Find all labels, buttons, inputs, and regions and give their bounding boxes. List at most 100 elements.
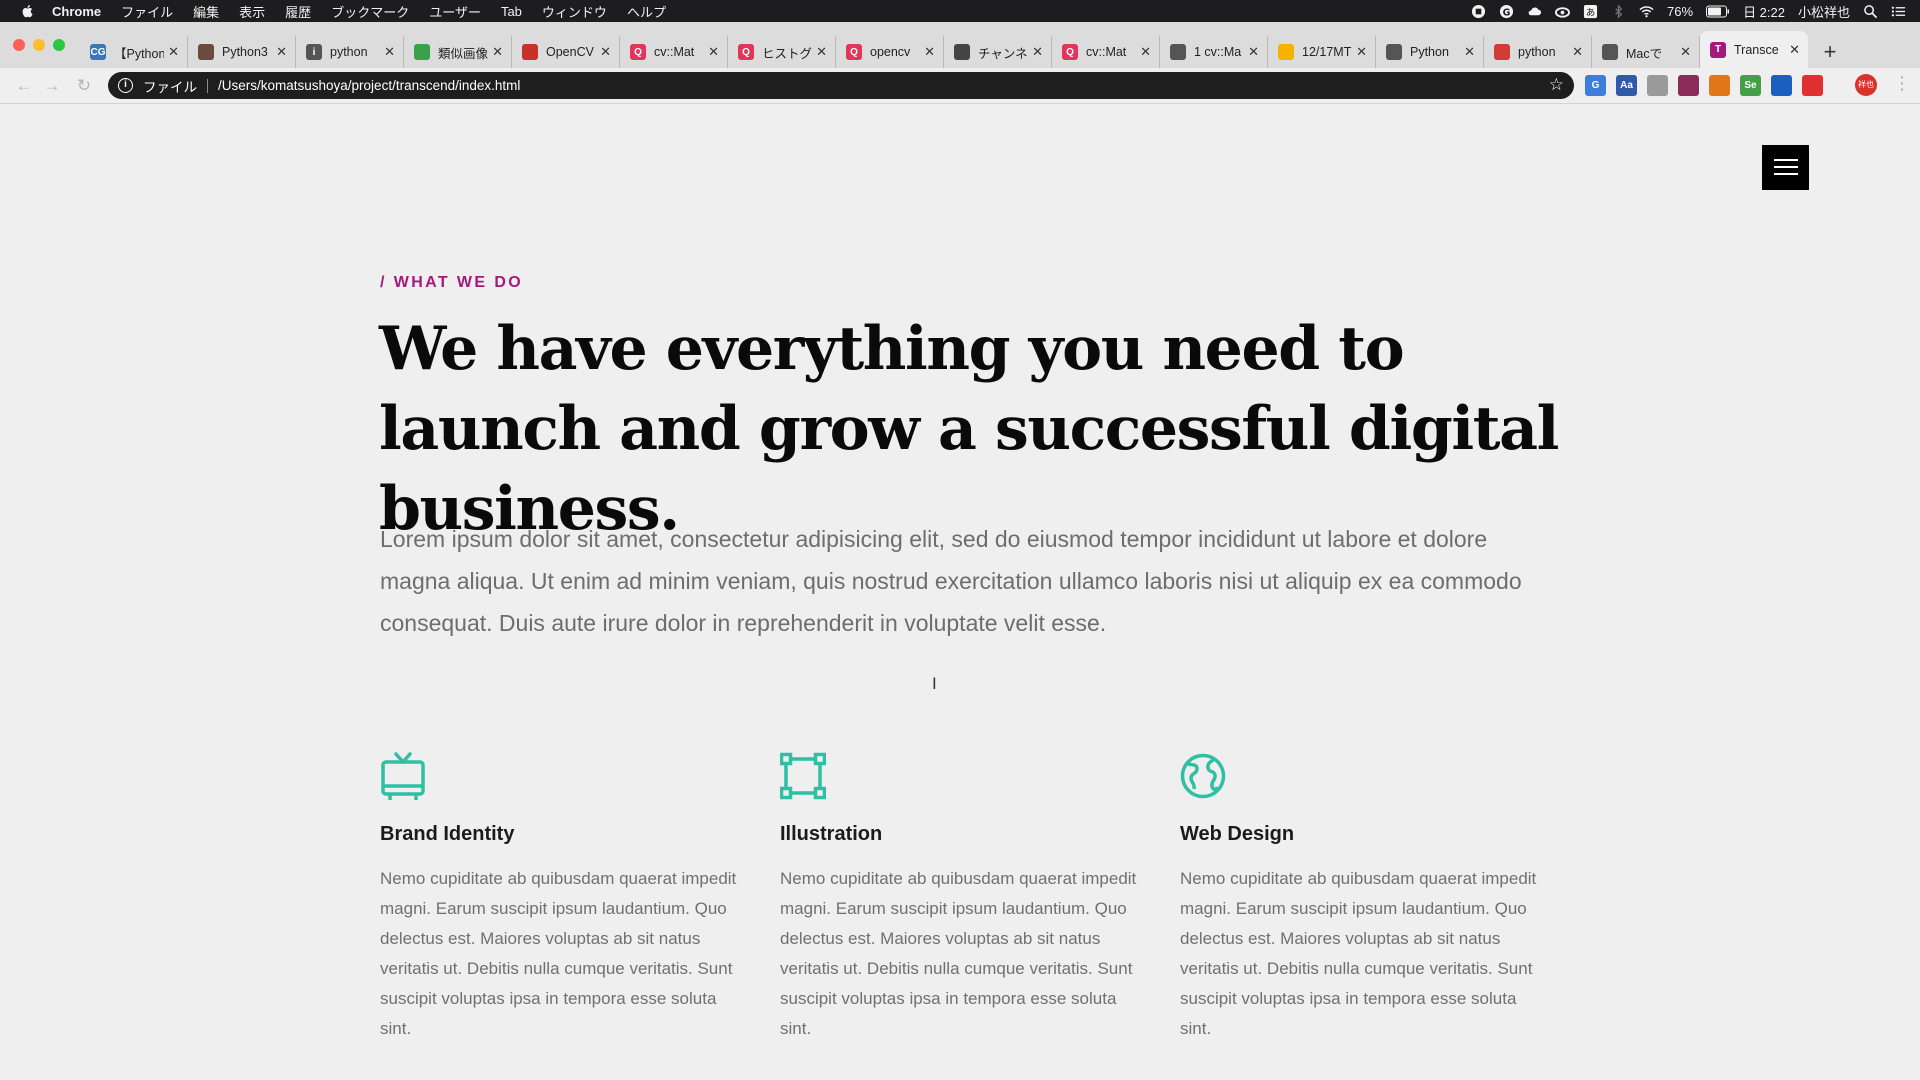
forward-arrow-icon[interactable]: → bbox=[40, 74, 64, 98]
tab-title: python bbox=[330, 45, 368, 59]
profile-avatar[interactable]: 祥也 bbox=[1855, 74, 1877, 96]
selenium-icon[interactable]: Se bbox=[1740, 75, 1761, 96]
menu-window[interactable]: ウィンドウ bbox=[542, 2, 607, 21]
tab-close-icon[interactable]: ✕ bbox=[1140, 44, 1151, 60]
new-tab-plus-icon[interactable]: + bbox=[1816, 39, 1844, 67]
dictionary-icon[interactable]: Aa bbox=[1616, 75, 1637, 96]
tab-title: 類似画像 bbox=[438, 46, 488, 61]
tab-title: Macで bbox=[1626, 46, 1663, 61]
clock[interactable]: 日 2:22 bbox=[1743, 2, 1785, 21]
service-description: Nemo cupiditate ab quibusdam quaerat imp… bbox=[1180, 869, 1537, 1038]
service-description: Nemo cupiditate ab quibusdam quaerat imp… bbox=[780, 869, 1137, 1038]
text-cursor-icon: I bbox=[932, 674, 937, 693]
spotlight-icon[interactable] bbox=[1863, 4, 1878, 19]
info-favicon-icon: i bbox=[306, 44, 322, 60]
menu-people[interactable]: ユーザー bbox=[429, 2, 481, 21]
battery-icon[interactable] bbox=[1706, 4, 1730, 19]
tab-title: opencv bbox=[870, 45, 911, 59]
translate-icon[interactable]: G bbox=[1585, 75, 1606, 96]
record-icon[interactable] bbox=[1471, 4, 1486, 19]
address-url[interactable]: /Users/komatsushoya/project/transcend/in… bbox=[218, 78, 520, 93]
service-brand-identity: Brand Identity Nemo cupiditate ab quibus… bbox=[380, 750, 750, 1044]
tab-close-icon[interactable]: ✕ bbox=[492, 44, 503, 60]
tab-close-icon[interactable]: ✕ bbox=[384, 44, 395, 60]
menu-help[interactable]: ヘルプ bbox=[627, 2, 666, 21]
browser-tab[interactable]: 類似画像 ✕ bbox=[404, 36, 512, 68]
youtube-icon[interactable] bbox=[1802, 75, 1823, 96]
browser-tab[interactable]: 1 cv::Ma ✕ bbox=[1160, 36, 1268, 68]
browser-tab[interactable]: Qcv::Mat ✕ bbox=[620, 36, 728, 68]
browser-tab[interactable]: 12/17MT ✕ bbox=[1268, 36, 1376, 68]
qr-code-icon[interactable] bbox=[1678, 75, 1699, 96]
input-method-icon[interactable]: あ bbox=[1583, 4, 1598, 19]
browser-tab[interactable]: Python3 ✕ bbox=[188, 36, 296, 68]
browser-tab[interactable]: OpenCV ✕ bbox=[512, 36, 620, 68]
browser-tab[interactable]: i python ✕ bbox=[296, 36, 404, 68]
green-favicon-icon bbox=[414, 44, 430, 60]
browser-tab[interactable]: Macで ✕ bbox=[1592, 36, 1700, 68]
section-lead-text: Lorem ipsum dolor sit amet, consectetur … bbox=[380, 526, 1522, 636]
menu-view[interactable]: 表示 bbox=[239, 2, 265, 21]
browser-tab[interactable]: python ✕ bbox=[1484, 36, 1592, 68]
tab-close-icon[interactable]: ✕ bbox=[1032, 44, 1043, 60]
tab-close-icon[interactable]: ✕ bbox=[1680, 44, 1691, 60]
tab-close-icon[interactable]: ✕ bbox=[600, 44, 611, 60]
web-page: / WHAT WE DO We have everything you need… bbox=[0, 104, 1920, 1080]
browser-tab[interactable]: CG 【Python ✕ bbox=[80, 36, 188, 68]
browser-tab[interactable]: チャンネ ✕ bbox=[944, 36, 1052, 68]
tab-close-icon[interactable]: ✕ bbox=[924, 44, 935, 60]
hamburger-line bbox=[1774, 173, 1798, 175]
tab-close-icon[interactable]: ✕ bbox=[1248, 44, 1259, 60]
notification-center-icon[interactable] bbox=[1891, 4, 1906, 19]
tab-close-icon[interactable]: ✕ bbox=[708, 44, 719, 60]
tab-title: cv::Mat bbox=[1086, 45, 1127, 59]
bluetooth-icon[interactable] bbox=[1611, 3, 1626, 19]
section-eyebrow: / WHAT WE DO bbox=[380, 274, 524, 291]
bookmark-star-icon[interactable]: ☆ bbox=[1549, 75, 1564, 95]
creative-cloud-icon[interactable] bbox=[1555, 4, 1571, 19]
apple-favicon-icon bbox=[1602, 44, 1618, 60]
tab-close-icon[interactable]: ✕ bbox=[1789, 42, 1800, 58]
cloud-icon[interactable] bbox=[1527, 4, 1542, 19]
hamburger-menu-button[interactable] bbox=[1762, 145, 1809, 190]
apple-logo-icon[interactable] bbox=[20, 4, 36, 18]
more-menu-icon[interactable]: ⋮ bbox=[1893, 73, 1911, 94]
window-zoom-button[interactable] bbox=[53, 39, 65, 51]
tab-close-icon[interactable]: ✕ bbox=[1356, 44, 1367, 60]
tab-close-icon[interactable]: ✕ bbox=[1464, 44, 1475, 60]
tab-close-icon[interactable]: ✕ bbox=[168, 44, 179, 60]
tab-close-icon[interactable]: ✕ bbox=[276, 44, 287, 60]
browser-tab[interactable]: Qopencv ✕ bbox=[836, 36, 944, 68]
menu-tab[interactable]: Tab bbox=[501, 4, 522, 19]
back-arrow-icon[interactable]: ← bbox=[12, 74, 36, 98]
menu-app-name[interactable]: Chrome bbox=[52, 4, 101, 19]
browser-tab[interactable]: Qcv::Mat ✕ bbox=[1052, 36, 1160, 68]
site-info-icon[interactable]: i bbox=[118, 78, 133, 93]
tab-close-icon[interactable]: ✕ bbox=[1572, 44, 1583, 60]
tab-close-icon[interactable]: ✕ bbox=[816, 44, 827, 60]
browser-tab[interactable]: Q ヒストグ ✕ bbox=[728, 36, 836, 68]
tab-title: Transce bbox=[1734, 42, 1779, 57]
reload-icon[interactable]: ↻ bbox=[72, 74, 96, 98]
section-headline: We have everything you need to launch an… bbox=[379, 314, 1559, 544]
metamask-fox-icon[interactable] bbox=[1709, 75, 1730, 96]
browser-tab[interactable]: Python ✕ bbox=[1376, 36, 1484, 68]
browser-tab[interactable]: T Transce ✕ bbox=[1700, 31, 1808, 68]
menu-edit[interactable]: 編集 bbox=[193, 2, 219, 21]
bird-favicon-icon bbox=[954, 44, 970, 60]
screen-capture-icon[interactable] bbox=[1647, 75, 1668, 96]
address-bar[interactable]: i ファイル /Users/komatsushoya/project/trans… bbox=[108, 72, 1574, 99]
service-title: Illustration bbox=[780, 823, 883, 845]
user-name[interactable]: 小松祥也 bbox=[1798, 2, 1850, 21]
grammarly-icon[interactable]: G bbox=[1499, 4, 1514, 19]
window-minimize-button[interactable] bbox=[33, 39, 45, 51]
menu-history[interactable]: 履歴 bbox=[285, 2, 311, 21]
wifi-icon[interactable] bbox=[1639, 4, 1654, 19]
menu-file[interactable]: ファイル bbox=[121, 2, 173, 21]
tab-title: python bbox=[1518, 45, 1556, 59]
svg-text:あ: あ bbox=[1586, 7, 1595, 18]
battery-percentage: 76% bbox=[1667, 3, 1694, 19]
menu-bookmarks[interactable]: ブックマーク bbox=[331, 2, 409, 21]
compass-icon[interactable] bbox=[1771, 75, 1792, 96]
window-close-button[interactable] bbox=[13, 39, 25, 51]
